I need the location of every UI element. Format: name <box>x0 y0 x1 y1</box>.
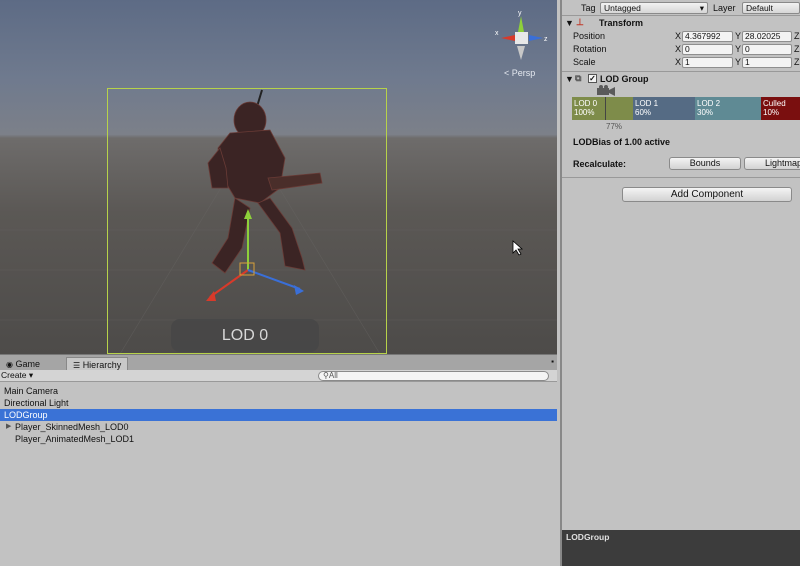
foldout-arrow-icon: ▼ <box>565 18 574 28</box>
list-item-label: LODGroup <box>4 410 48 420</box>
bounds-button[interactable]: Bounds <box>669 157 741 170</box>
lod-bias-text: LODBias of 1.00 active <box>573 137 671 147</box>
camera-percent-label: 77% <box>606 122 623 131</box>
status-title: LODGroup <box>566 532 610 542</box>
scale-y-field[interactable]: 1 <box>742 57 792 68</box>
lod-segment-percent: 30% <box>697 108 714 117</box>
lod-segment[interactable]: LOD 1 60% <box>633 97 695 120</box>
enabled-checkbox[interactable]: ✓ <box>588 74 597 83</box>
tag-value: Untagged <box>604 3 641 13</box>
panel-tab-bar: ◉ Game ☰ Hierarchy ▪ <box>0 354 557 371</box>
list-item[interactable]: ▶ Player_SkinnedMesh_LOD0 <box>0 421 557 433</box>
transform-title: Transform <box>599 18 644 28</box>
foldout-arrow-icon: ▼ <box>565 74 574 84</box>
list-item-label: Player_AnimatedMesh_LOD1 <box>15 434 135 444</box>
z-axis-label: Z <box>794 44 800 54</box>
tab-hierarchy-label: Hierarchy <box>82 360 122 370</box>
z-axis-label: Z <box>794 31 800 41</box>
lod-segment-percent: 100% <box>574 108 595 117</box>
hierarchy-icon: ☰ <box>73 361 81 370</box>
rotation-y-field[interactable]: 0 <box>742 44 792 55</box>
game-icon: ◉ <box>6 360 13 369</box>
layer-value: Default <box>746 3 773 13</box>
lod-segment-name: LOD 1 <box>635 99 659 108</box>
y-axis-label: Y <box>735 57 742 67</box>
position-y-field[interactable]: 28.02025 <box>742 31 792 42</box>
hierarchy-list: Main Camera Directional Light LODGroup ▶… <box>0 382 557 566</box>
x-axis-label: X <box>675 44 682 54</box>
svg-text:y: y <box>518 10 522 17</box>
tab-game-label: Game <box>15 359 41 369</box>
position-row: Position X 4.367992 Y 28.02025 Z <box>562 30 800 43</box>
scale-row: Scale X 1 Y 1 Z <box>562 56 800 69</box>
create-label: Create <box>1 370 27 380</box>
lod-segment[interactable]: LOD 0 100% <box>572 97 633 120</box>
recalculate-label: Recalculate: <box>573 159 627 169</box>
lod-group-icon: ⧉ <box>575 73 582 83</box>
rotation-x-field[interactable]: 0 <box>682 44 733 55</box>
y-axis-label: Y <box>735 44 742 54</box>
layer-dropdown[interactable]: Default <box>742 2 800 14</box>
list-item[interactable]: Player_AnimatedMesh_LOD1 <box>0 433 557 445</box>
rotation-label: Rotation <box>573 44 607 54</box>
z-axis-label: Z <box>794 57 800 67</box>
tag-dropdown[interactable]: Untagged ▾ <box>600 2 708 14</box>
list-item-label: Directional Light <box>4 398 69 408</box>
orientation-gizmo[interactable]: y z x <box>495 8 549 66</box>
scale-label: Scale <box>573 57 596 67</box>
rotation-row: Rotation X 0 Y 0 Z <box>562 43 800 56</box>
svg-text:z: z <box>544 36 548 43</box>
list-item[interactable]: Directional Light <box>0 397 557 409</box>
list-item-label: Player_SkinnedMesh_LOD0 <box>15 422 129 432</box>
layer-label: Layer <box>713 3 736 13</box>
mouse-cursor-icon <box>512 240 524 256</box>
list-item[interactable]: LODGroup <box>0 409 557 421</box>
lod-segment-name: LOD 2 <box>697 99 721 108</box>
view-mode-label[interactable]: < Persp <box>504 68 535 78</box>
lightmap-button[interactable]: Lightmap <box>744 157 800 170</box>
svg-text:x: x <box>495 30 499 37</box>
list-item[interactable]: Main Camera <box>0 385 557 397</box>
lod-segment[interactable]: LOD 2 30% <box>695 97 761 120</box>
tab-game[interactable]: ◉ Game <box>0 357 46 371</box>
lod-segment-name: Culled <box>763 99 786 108</box>
x-axis-label: X <box>675 57 682 67</box>
search-input[interactable]: ⚲All <box>318 371 549 381</box>
add-component-button[interactable]: Add Component <box>622 187 792 202</box>
chevron-down-icon: ▾ <box>699 3 704 13</box>
bottom-status-panel: LODGroup <box>560 530 800 566</box>
transform-header[interactable]: ▼ ⊥ Transform <box>562 17 800 31</box>
position-label: Position <box>573 31 606 41</box>
move-gizmo[interactable] <box>200 205 310 305</box>
lod-segment[interactable]: Culled 10% <box>761 97 800 120</box>
lod-segment-name: LOD 0 <box>574 99 598 108</box>
inspector-panel: Tag Untagged ▾ Layer Default ▼ ⊥ Transfo… <box>560 0 800 530</box>
hierarchy-toolbar: Create ▾ ⚲All <box>0 370 557 382</box>
lod-segment-percent: 10% <box>763 108 780 117</box>
chevron-down-icon: ▾ <box>26 370 34 380</box>
transform-axes-icon: ⊥ <box>576 17 584 27</box>
tag-layer-row: Tag Untagged ▾ Layer Default <box>562 1 800 14</box>
camera-position-marker[interactable] <box>605 97 606 120</box>
search-placeholder: All <box>328 371 338 380</box>
panel-menu-icon[interactable]: ▪ <box>551 357 554 366</box>
position-x-field[interactable]: 4.367992 <box>682 31 733 42</box>
tab-hierarchy[interactable]: ☰ Hierarchy <box>66 357 129 371</box>
lod-group-title: LOD Group <box>600 74 649 84</box>
lod-levels-bar[interactable]: LOD 0 100% LOD 1 60% LOD 2 30% Culled 10… <box>572 97 800 120</box>
scene-view[interactable]: y z x < Persp LOD 0 <box>0 0 557 354</box>
scale-x-field[interactable]: 1 <box>682 57 733 68</box>
camera-icon[interactable] <box>595 85 617 97</box>
expand-arrow-icon[interactable]: ▶ <box>6 421 11 433</box>
list-item-label: Main Camera <box>4 386 59 396</box>
x-axis-label: X <box>675 31 682 41</box>
lod-level-overlay: LOD 0 <box>171 319 319 352</box>
lod-segment-percent: 60% <box>635 108 652 117</box>
create-button[interactable]: Create ▾ <box>1 370 33 381</box>
tag-label: Tag <box>581 3 596 13</box>
y-axis-label: Y <box>735 31 742 41</box>
